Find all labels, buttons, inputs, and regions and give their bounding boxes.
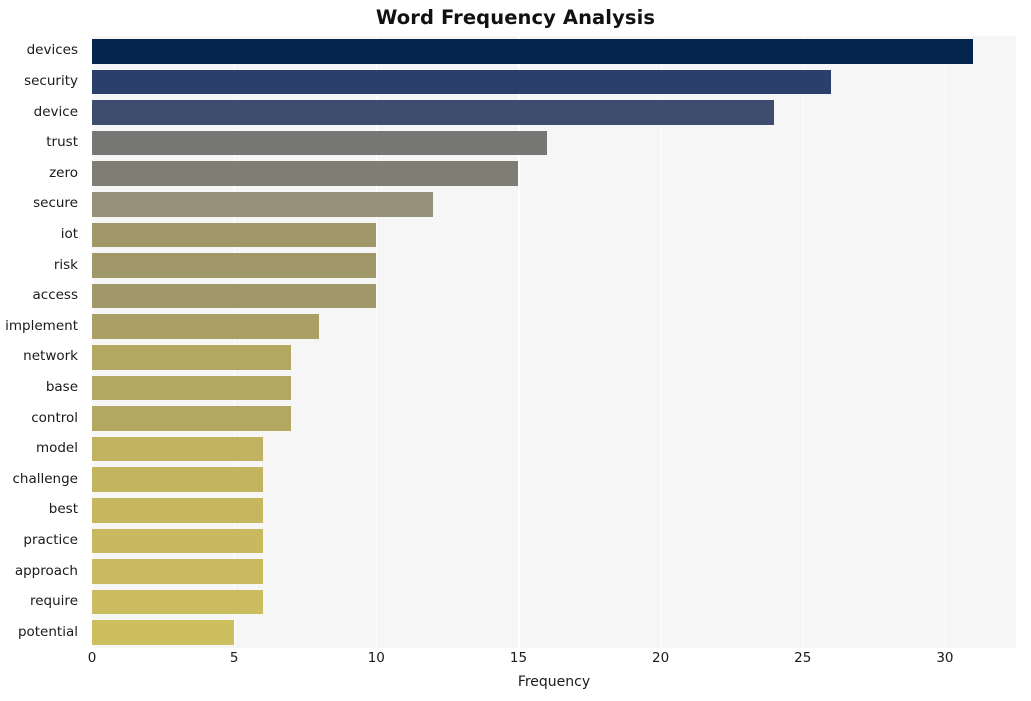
y-tick-label-potential: potential bbox=[17, 623, 78, 640]
x-tick-label-20: 20 bbox=[652, 650, 670, 666]
x-axis-tick-labels: 0 5 10 15 20 25 30 bbox=[88, 650, 1016, 672]
y-axis-tick-labels: devices security device trust zero secure iot r… bbox=[0, 36, 85, 648]
y-tick-label-trust: trust bbox=[46, 134, 78, 151]
bar-require bbox=[92, 589, 263, 615]
bar-challenge bbox=[92, 467, 263, 492]
bar-potential bbox=[92, 620, 235, 645]
chart-figure: Word Frequency Analysis devices security d… bbox=[0, 0, 1031, 701]
bar-devices bbox=[92, 39, 974, 64]
y-tick-label-security: security bbox=[24, 72, 78, 89]
bar-access bbox=[92, 283, 377, 309]
bar-device bbox=[92, 100, 775, 125]
y-tick-label-challenge: challenge bbox=[12, 470, 79, 487]
plot-area bbox=[92, 36, 1016, 648]
bar-practice bbox=[92, 528, 263, 554]
bar-best bbox=[92, 498, 263, 523]
y-tick-label-devices: devices bbox=[26, 42, 78, 59]
y-tick-label-practice: practice bbox=[23, 531, 78, 548]
bar-approach bbox=[92, 559, 263, 584]
x-tick-label-25: 25 bbox=[794, 650, 812, 666]
y-tick-label-secure: secure bbox=[33, 195, 78, 212]
y-tick-label-iot: iot bbox=[60, 225, 78, 242]
bar-secure bbox=[92, 192, 434, 217]
y-tick-label-best: best bbox=[48, 501, 78, 518]
y-tick-label-access: access bbox=[32, 287, 79, 304]
bar-base bbox=[92, 375, 291, 401]
bar-zero bbox=[92, 161, 519, 186]
x-tick-label-0: 0 bbox=[87, 650, 97, 666]
y-tick-label-control: control bbox=[31, 409, 78, 426]
y-tick-label-network: network bbox=[23, 348, 78, 365]
bar-control bbox=[92, 406, 291, 431]
x-tick-label-15: 15 bbox=[509, 650, 528, 666]
x-tick-label-10: 10 bbox=[367, 650, 385, 666]
bar-risk bbox=[92, 253, 377, 278]
bar-iot bbox=[92, 222, 377, 248]
y-tick-label-implement: implement bbox=[5, 317, 78, 334]
y-tick-label-require: require bbox=[30, 593, 78, 610]
y-tick-label-model: model bbox=[35, 440, 78, 457]
y-tick-label-device: device bbox=[33, 103, 78, 120]
y-tick-label-zero: zero bbox=[49, 164, 78, 181]
bar-security bbox=[92, 69, 832, 95]
y-tick-label-risk: risk bbox=[53, 256, 78, 273]
bar-trust bbox=[92, 130, 547, 156]
y-tick-label-base: base bbox=[45, 378, 78, 395]
x-axis-title: Frequency bbox=[517, 674, 591, 690]
bar-model bbox=[92, 436, 263, 462]
bar-series bbox=[92, 36, 1016, 648]
bar-implement bbox=[92, 314, 320, 339]
bar-network bbox=[92, 345, 291, 370]
x-tick-label-30: 30 bbox=[936, 650, 954, 666]
y-tick-label-approach: approach bbox=[14, 562, 78, 579]
page-title: Word Frequency Analysis bbox=[375, 6, 656, 29]
x-tick-label-5: 5 bbox=[229, 650, 239, 666]
